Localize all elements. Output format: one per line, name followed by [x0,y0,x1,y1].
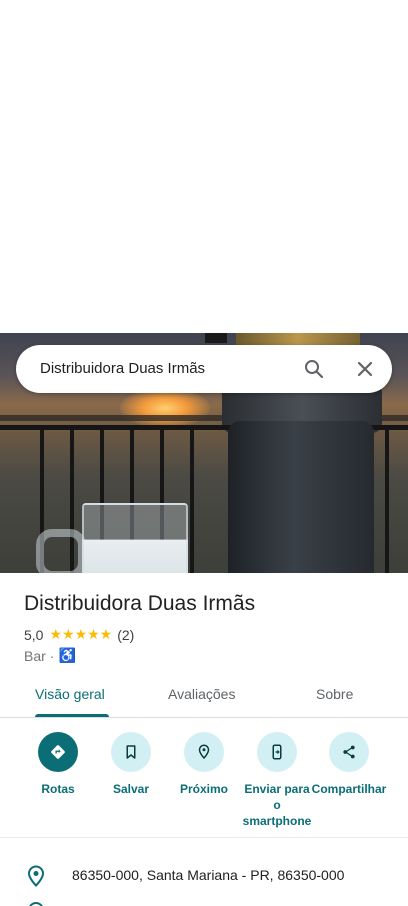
category-label: Bar [24,647,46,664]
share-button[interactable]: Compartilhar [311,732,387,797]
bookmark-icon [111,732,151,772]
save-button[interactable]: Salvar [93,732,169,797]
clock-icon [28,902,44,906]
category-row: Bar · ♿ [24,647,76,664]
send-to-phone-icon [257,732,297,772]
review-count[interactable]: (2) [117,627,134,643]
bottle-cap [205,333,227,343]
blank-map-area [0,0,408,333]
send-to-phone-button[interactable]: Enviar para o smartphone [239,732,315,829]
nearby-icon [184,732,224,772]
directions-icon [38,732,78,772]
wheelchair-icon: ♿ [58,647,76,663]
mug-handle [36,529,86,573]
search-input[interactable]: Distribuidora Duas Irmãs [40,360,205,377]
railing-post [190,428,194,573]
rating-row[interactable]: 5,0 ★★★★★ (2) [24,626,134,643]
search-bar[interactable]: Distribuidora Duas Irmãs [16,345,392,393]
beer-mug [82,503,188,573]
cooler [228,421,374,573]
directions-label: Rotas [41,782,75,796]
nearby-button[interactable]: Próximo [166,732,242,797]
sunset-glow [120,388,210,428]
share-icon [329,732,369,772]
directions-button[interactable]: Rotas [20,732,96,797]
share-label: Compartilhar [311,782,387,796]
tab-overview[interactable]: Visão geral [35,686,105,702]
tab-reviews[interactable]: Avaliações [168,686,235,702]
railing-post [385,428,389,573]
send-to-phone-label: Enviar para o smartphone [242,782,312,828]
place-tabs: Visão geral Avaliações Sobre [0,676,408,718]
search-icon[interactable] [302,357,326,381]
category-separator: · [49,647,55,664]
rating-value: 5,0 [24,626,44,643]
location-pin-icon [26,865,46,887]
close-icon[interactable] [353,357,377,381]
tab-about[interactable]: Sobre [316,686,353,702]
rating-stars: ★★★★★ [49,626,113,642]
nearby-label: Próximo [179,782,228,796]
address-text: 86350-000, Santa Mariana - PR, 86350-000 [72,867,345,883]
save-label: Salvar [112,782,150,796]
address-row[interactable]: 86350-000, Santa Mariana - PR, 86350-000 [0,855,408,895]
place-title: Distribuidora Duas Irmãs [24,592,256,615]
action-bar: Rotas Salvar Próximo Enviar para o smart… [0,718,408,838]
active-tab-indicator [35,714,109,717]
